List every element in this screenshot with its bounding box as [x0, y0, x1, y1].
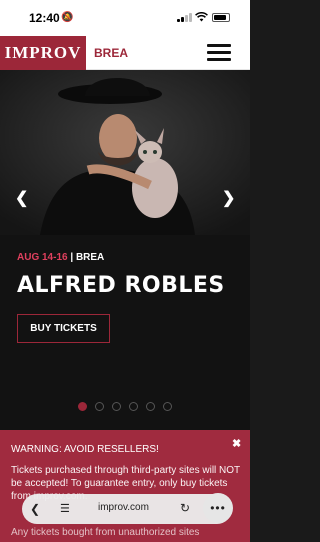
menu-icon[interactable] [207, 44, 231, 62]
carousel-dot[interactable] [78, 402, 87, 411]
status-time: 12:40 [29, 11, 60, 25]
back-arrow-icon[interactable]: ❮ [22, 494, 48, 524]
carousel-next-icon[interactable]: ❯ [222, 188, 235, 208]
wifi-icon [195, 11, 208, 25]
event-info: AUG 14-16 | BREA ALFRED ROBLES BUY TICKE… [0, 235, 250, 430]
headliner-photo [0, 70, 250, 235]
event-date: AUG 14-16 [17, 252, 68, 263]
reload-icon[interactable]: ↻ [180, 501, 190, 515]
browser-toolbar: ❮ ☰ improv.com ↻ ••• [22, 493, 233, 524]
date-separator: | [67, 252, 76, 263]
carousel-prev-icon[interactable]: ❮ [15, 188, 28, 208]
cellular-signal-icon [177, 13, 192, 22]
site-header: IMPROV BREA [0, 36, 250, 70]
address-bar[interactable]: improv.com [98, 502, 149, 513]
hero-carousel[interactable]: ❮ ❯ [0, 70, 250, 235]
reseller-warning-banner: WARNING: AVOID RESELLERS! ✖ Tickets purc… [0, 430, 250, 542]
carousel-dot[interactable] [163, 402, 172, 411]
carousel-dot[interactable] [129, 402, 138, 411]
warning-title: WARNING: AVOID RESELLERS! [11, 444, 159, 455]
event-date-line: AUG 14-16 | BREA [17, 252, 104, 263]
improv-logo[interactable]: IMPROV [0, 36, 86, 70]
battery-icon [212, 13, 230, 22]
location-label[interactable]: BREA [94, 46, 128, 60]
more-menu-icon[interactable]: ••• [203, 493, 233, 523]
carousel-dot[interactable] [112, 402, 121, 411]
carousel-dot[interactable] [95, 402, 104, 411]
carousel-dot[interactable] [146, 402, 155, 411]
bell-muted-icon: 🔕 [61, 12, 74, 23]
buy-tickets-button[interactable]: BUY TICKETS [17, 314, 110, 343]
close-icon[interactable]: ✖ [232, 437, 241, 450]
status-bar: 12:40 🔕 [0, 0, 250, 36]
tabs-icon[interactable]: ☰ [60, 502, 70, 515]
headliner-name[interactable]: ALFRED ROBLES [17, 273, 225, 298]
event-venue: BREA [75, 252, 105, 263]
warning-body-more: Any tickets bought from unauthorized sit… [11, 527, 200, 538]
